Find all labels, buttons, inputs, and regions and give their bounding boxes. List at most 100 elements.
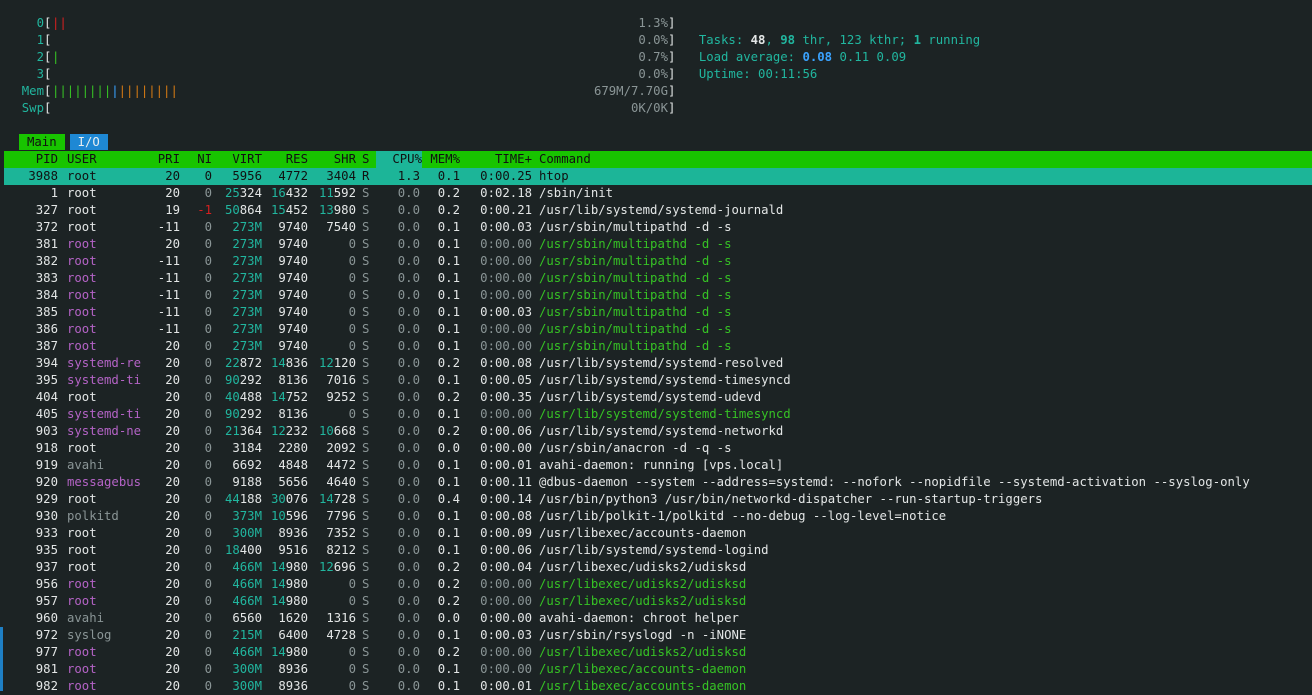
shr-cell: 0 [308,270,356,287]
mem-cell: 0.0 [437,611,460,625]
pri-cell: 20 [165,373,180,387]
cpu-cell: 0.0 [397,424,420,438]
process-row[interactable]: 372 root -11 0 273M 9740 7540 S 0.0 0.1 0:00.03/us… [4,219,1312,236]
process-row[interactable]: 387 root 20 0 273M 9740 0 S 0.0 0.1 0:00.00/usr/sb… [4,338,1312,355]
ni-cell: 0 [204,271,212,285]
num-mega: 273M [232,322,262,336]
num-low: 488 [239,390,262,404]
process-row[interactable]: 903 systemd-ne 20 0 21364 12232 10668 S 0.0 0.2 0:… [4,423,1312,440]
process-row[interactable]: 404 root 20 0 40488 14752 9252 S 0.0 0.2 0:00.35/u… [4,389,1312,406]
process-row[interactable]: 405 systemd-ti 20 0 90292 8136 0 S 0.0 0.1 0:00.00… [4,406,1312,423]
pid-cell: 956 [35,577,58,591]
state-cell: S [362,679,370,693]
pid-cell: 937 [35,560,58,574]
user-cell: root [67,169,97,183]
shr-cell: 0 [308,644,356,661]
shr-cell: 4472 [326,458,356,472]
process-row[interactable]: 933 root 20 0 300M 8936 7352 S 0.0 0.1 0:00.09/usr… [4,525,1312,542]
col-shr[interactable]: SHR [308,151,356,168]
process-row[interactable]: 929 root 20 0 44188 30076 14728 S 0.0 0.4 0:00.14/… [4,491,1312,508]
process-row[interactable]: 920 messagebus 20 0 9188 5656 4640 S 0.0 0.1 0:00.… [4,474,1312,491]
col-mem[interactable]: MEM% [422,151,460,168]
cpu-cell: 0.0 [397,203,420,217]
time-cell: 0:00.14 [480,492,532,506]
process-row[interactable]: 918 root 20 0 3184 2280 2092 S 0.0 0.0 0:00.00/usr… [4,440,1312,457]
process-row[interactable]: 327 root 19 -1 50864 15452 13980 S 0.0 0.2 0:00.21… [4,202,1312,219]
process-row[interactable]: 930 polkitd 20 0 373M 10596 7796 S 0.0 0.1 0:00.08… [4,508,1312,525]
process-row[interactable]: 957 root 20 0 466M 14980 0 S 0.0 0.2 0:00.00/usr/l… [4,593,1312,610]
res-cell: 9740 [278,322,308,336]
res-cell: 9740 [278,339,308,353]
tab-main[interactable]: Main [19,134,65,150]
pid-cell: 404 [35,390,58,404]
pri-cell: 20 [165,594,180,608]
process-row[interactable]: 1 root 20 0 25324 16432 11592 S 0.0 0.2 0:02.18/sb… [4,185,1312,202]
state-cell: S [362,577,370,591]
process-row[interactable]: 382 root -11 0 273M 9740 0 S 0.0 0.1 0:00.00/usr/s… [4,253,1312,270]
cpu-cell: 0.0 [397,390,420,404]
col-time[interactable]: TIME+ [466,151,532,168]
cpu-cell: 0.0 [397,679,420,693]
process-row[interactable]: 381 root 20 0 273M 9740 0 S 0.0 0.1 0:00.00/usr/sb… [4,236,1312,253]
command-cell: /usr/libexec/udisks2/udisksd [539,594,747,608]
shr-cell: 10668 [308,423,356,440]
process-row[interactable]: 395 systemd-ti 20 0 90292 8136 7016 S 0.0 0.1 0:00… [4,372,1312,389]
num-low: 872 [239,356,262,370]
process-row[interactable]: 383 root -11 0 273M 9740 0 S 0.0 0.1 0:00.00/usr/s… [4,270,1312,287]
mem-cell: 0.1 [437,322,460,336]
col-cpu[interactable]: CPU% [376,151,422,168]
time-cell: 0:00.00 [480,662,532,676]
num-low: 980 [285,577,308,591]
num-zero: 0 [348,407,356,421]
time-cell: 0:00.00 [480,237,532,251]
process-row[interactable]: 935 root 20 0 18400 9516 8212 S 0.0 0.1 0:00.06/us… [4,542,1312,559]
shr-cell: 0 [308,321,356,338]
state-cell: S [362,220,370,234]
col-pri[interactable]: PRI [144,151,180,168]
shr-cell: 12696 [308,559,356,576]
col-pid[interactable]: PID [4,151,58,168]
process-row[interactable]: 919 avahi 20 0 6692 4848 4472 S 0.0 0.1 0:00.01 ava… [4,457,1312,474]
cpu-cell: 0.0 [397,305,420,319]
user-cell: syslog [67,628,112,642]
meter-bracket-close: ] [668,16,676,30]
time-cell: 0:00.00 [480,339,532,353]
shr-cell: 0 [308,236,356,253]
num-zero: 0 [348,645,356,659]
col-command[interactable]: Command [539,151,591,168]
num-zero: 0 [348,254,356,268]
col-res[interactable]: RES [262,151,308,168]
col-state[interactable]: S [362,151,374,168]
process-row[interactable]: 960 avahi 20 0 6560 1620 1316 S 0.0 0.0 0:00.00 ava… [4,610,1312,627]
res-cell: 9740 [278,220,308,234]
state-cell: S [362,662,370,676]
col-ni[interactable]: NI [184,151,212,168]
cpu-cell: 0.0 [397,492,420,506]
state-cell: S [362,611,370,625]
process-row[interactable]: 3988 root 20 0 5956 4772 3404 R 1.3 0.1 0:00.25 hto… [4,168,1312,185]
ni-cell: 0 [204,169,212,183]
process-row[interactable]: 394 systemd-re 20 0 22872 14836 12120 S 0.0 0.2 0:… [4,355,1312,372]
ni-cell: 0 [204,577,212,591]
process-row[interactable]: 972 syslog 20 0 215M 6400 4728 S 0.0 0.1 0:00.03/u… [4,627,1312,644]
tab-io[interactable]: I/O [69,134,108,150]
virt-cell: 273M [214,321,262,338]
process-row[interactable]: 956 root 20 0 466M 14980 0 S 0.0 0.2 0:00.00/usr/l… [4,576,1312,593]
num-zero: 0 [348,594,356,608]
process-row[interactable]: 385 root -11 0 273M 9740 0 S 0.0 0.1 0:00.03/usr/s… [4,304,1312,321]
column-header: PID USER PRI NI VIRT RES SHR S CPU% MEM%… [4,151,1312,168]
time-cell: 0:00.03 [480,305,532,319]
pri-cell: 20 [165,169,180,183]
col-virt[interactable]: VIRT [214,151,262,168]
process-row[interactable]: 937 root 20 0 466M 14980 12696 S 0.0 0.2 0:00.04/u… [4,559,1312,576]
process-row[interactable]: 977 root 20 0 466M 14980 0 S 0.0 0.2 0:00.00/usr/l… [4,644,1312,661]
process-row[interactable]: 981 root 20 0 300M 8936 0 S 0.0 0.1 0:00.00/usr/li… [4,661,1312,678]
process-row[interactable]: 384 root -11 0 273M 9740 0 S 0.0 0.1 0:00.00/usr/s… [4,287,1312,304]
process-row[interactable]: 386 root -11 0 273M 9740 0 S 0.0 0.1 0:00.00/usr/s… [4,321,1312,338]
col-user[interactable]: USER [67,151,149,168]
time-cell: 0:00.01 [480,679,532,693]
pid-cell: 395 [35,373,58,387]
process-row[interactable]: 982 root 20 0 300M 8936 0 S 0.0 0.1 0:00.01/usr/li… [4,678,1312,695]
user-cell: root [67,492,97,506]
screen-tabs: Main I/O [19,134,113,150]
